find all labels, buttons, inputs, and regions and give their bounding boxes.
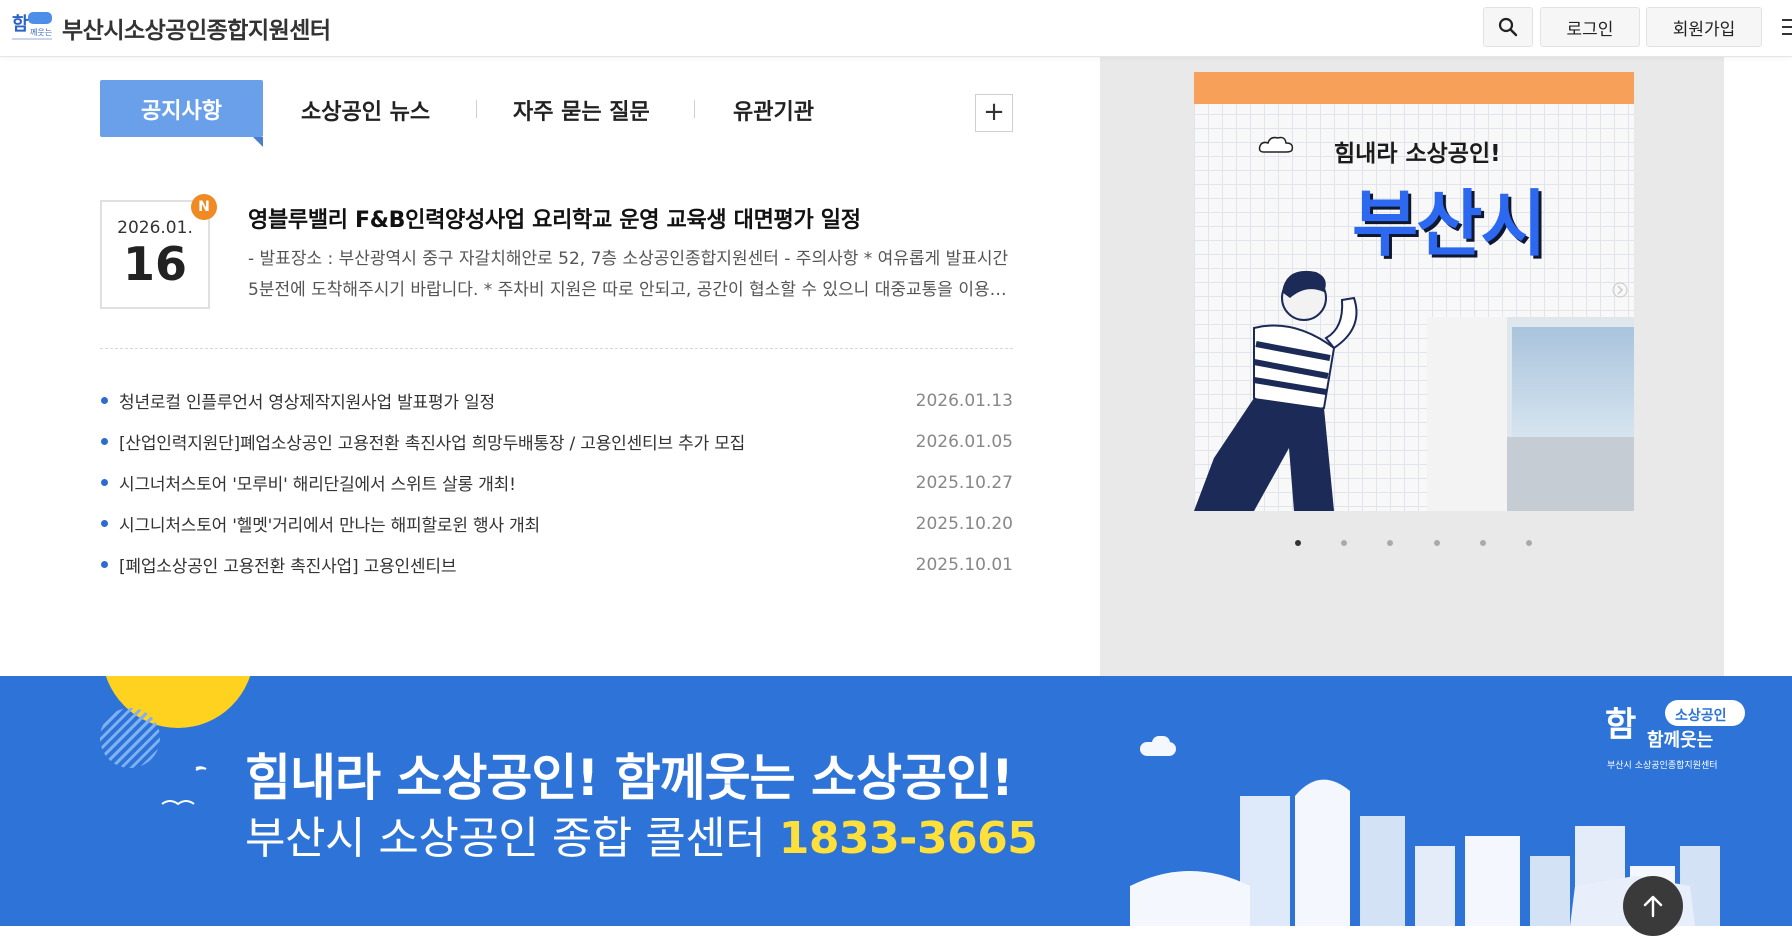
list-item[interactable]: 시그니처스토어 '헬멧'거리에서 만나는 해피할로윈 행사 개최 2025.10… — [100, 503, 1013, 544]
featured-title[interactable]: 영블루밸리 F&B인력양성사업 요리학교 운영 교육생 대면평가 일정 — [248, 202, 861, 234]
svg-text:께웃는: 께웃는 — [30, 28, 52, 37]
list-item-title[interactable]: 청년로컬 인플루언서 영상제작지원사업 발표평가 일정 — [119, 388, 903, 413]
poster-subtitle: 힘내라 소상공인! — [1334, 141, 1501, 167]
stripe-decoration — [100, 708, 160, 768]
arrow-up-icon — [1643, 895, 1663, 918]
hamburger-menu-icon[interactable] — [1776, 16, 1792, 38]
bird-icon — [161, 766, 207, 806]
list-item-date: 2026.01.05 — [915, 431, 1013, 452]
banner-subline: 부산시 소상공인 종합 콜센터 1833-3665 — [245, 802, 1038, 866]
list-item[interactable]: 청년로컬 인플루언서 영상제작지원사업 발표평가 일정 2026.01.13 — [100, 380, 1013, 421]
join-button[interactable]: 회원가입 — [1646, 7, 1762, 47]
character-illustration — [1194, 270, 1358, 511]
bullet-icon — [101, 520, 108, 527]
svg-text:소상공인: 소상공인 — [1675, 707, 1727, 724]
list-item-date: 2025.10.01 — [915, 554, 1013, 575]
slider-dot[interactable] — [1480, 540, 1486, 546]
poster-partner-bar — [1194, 72, 1634, 104]
banner-logo: 소상공인 함 함께웃는 부산시 소상공인종합지원센터 — [1605, 700, 1745, 771]
callcenter-banner[interactable]: 힘내라 소상공인! 함께웃는 소상공인! 부산시 소상공인 종합 콜센터 183… — [0, 676, 1792, 926]
list-item-title[interactable]: [산업인력지원단]폐업소상공인 고용전환 촉진사업 희망두배통장 / 고용인센티… — [119, 429, 903, 454]
banner-subline-text: 부산시 소상공인 종합 콜센터 — [245, 813, 779, 864]
bullet-icon — [101, 561, 108, 568]
search-icon — [1498, 17, 1518, 37]
cloud-icon — [1258, 136, 1294, 153]
promo-poster[interactable]: 힘내라 소상공인! 부산시 — [1194, 72, 1634, 511]
notice-list: 청년로컬 인플루언서 영상제작지원사업 발표평가 일정 2026.01.13 [… — [100, 380, 1013, 585]
poster-office-photo — [1427, 317, 1634, 511]
divider — [100, 348, 1013, 349]
tab-notices[interactable]: 공지사항 — [100, 80, 263, 147]
svg-text:함: 함 — [1605, 705, 1636, 745]
callcenter-phone[interactable]: 1833-3665 — [779, 813, 1038, 864]
bullet-icon — [101, 479, 108, 486]
poster-city: 부산시 — [1352, 182, 1547, 266]
svg-text:함께웃는: 함께웃는 — [1647, 729, 1713, 751]
featured-date-month: 2026.01. — [117, 218, 193, 238]
list-item-title[interactable]: [폐업소상공인 고용전환 촉진사업] 고용인센티브 — [119, 552, 903, 577]
svg-text:부산시 소상공인종합지원센터: 부산시 소상공인종합지원센터 — [1607, 760, 1718, 771]
banner-headline: 힘내라 소상공인! 함께웃는 소상공인! — [245, 749, 1014, 807]
list-item-date: 2025.10.27 — [915, 472, 1013, 493]
slider-dots — [1290, 540, 1550, 552]
scroll-to-top-button[interactable] — [1623, 876, 1683, 936]
list-item[interactable]: 시그너처스토어 '모루비' 해리단길에서 스위트 살롱 개최! 2025.10.… — [100, 462, 1013, 503]
list-item-date: 2026.01.13 — [915, 390, 1013, 411]
list-item-title[interactable]: 시그너처스토어 '모루비' 해리단길에서 스위트 살롱 개최! — [119, 470, 903, 495]
list-item[interactable]: [산업인력지원단]폐업소상공인 고용전환 촉진사업 희망두배통장 / 고용인센티… — [100, 421, 1013, 462]
tab-faq[interactable]: 자주 묻는 질문 — [513, 94, 650, 126]
slider-dot[interactable] — [1526, 540, 1532, 546]
site-header: 함 께웃는 부산시소상공인종합지원센터 로그인 회원가입 — [0, 0, 1792, 57]
tab-divider — [476, 100, 477, 118]
chevron-right-icon[interactable] — [1612, 282, 1628, 298]
list-item-date: 2025.10.20 — [915, 513, 1013, 534]
featured-date: 2026.01. 16 — [100, 200, 210, 309]
tab-related-orgs[interactable]: 유관기관 — [733, 94, 814, 126]
featured-date-day: 16 — [122, 237, 187, 291]
list-item-title[interactable]: 시그니처스토어 '헬멧'거리에서 만나는 해피할로윈 행사 개최 — [119, 511, 903, 536]
slider-dot[interactable] — [1434, 540, 1440, 546]
featured-description[interactable]: - 발표장소 : 부산광역시 중구 자갈치해안로 52, 7층 소상공인종합지원… — [248, 244, 1013, 306]
search-button[interactable] — [1483, 7, 1533, 47]
slider-dot[interactable] — [1295, 540, 1301, 546]
bullet-icon — [101, 397, 108, 404]
site-logo[interactable]: 함 께웃는 — [10, 10, 54, 44]
list-item[interactable]: [폐업소상공인 고용전환 촉진사업] 고용인센티브 2025.10.01 — [100, 544, 1013, 585]
tab-news[interactable]: 소상공인 뉴스 — [301, 94, 430, 126]
login-button[interactable]: 로그인 — [1540, 7, 1640, 47]
more-button[interactable]: + — [975, 94, 1013, 132]
svg-text:함: 함 — [12, 13, 29, 35]
new-badge: N — [191, 194, 217, 220]
slider-dot[interactable] — [1341, 540, 1347, 546]
slider-dot[interactable] — [1387, 540, 1393, 546]
site-title[interactable]: 부산시소상공인종합지원센터 — [62, 11, 331, 45]
tab-divider — [694, 100, 695, 118]
bullet-icon — [101, 438, 108, 445]
